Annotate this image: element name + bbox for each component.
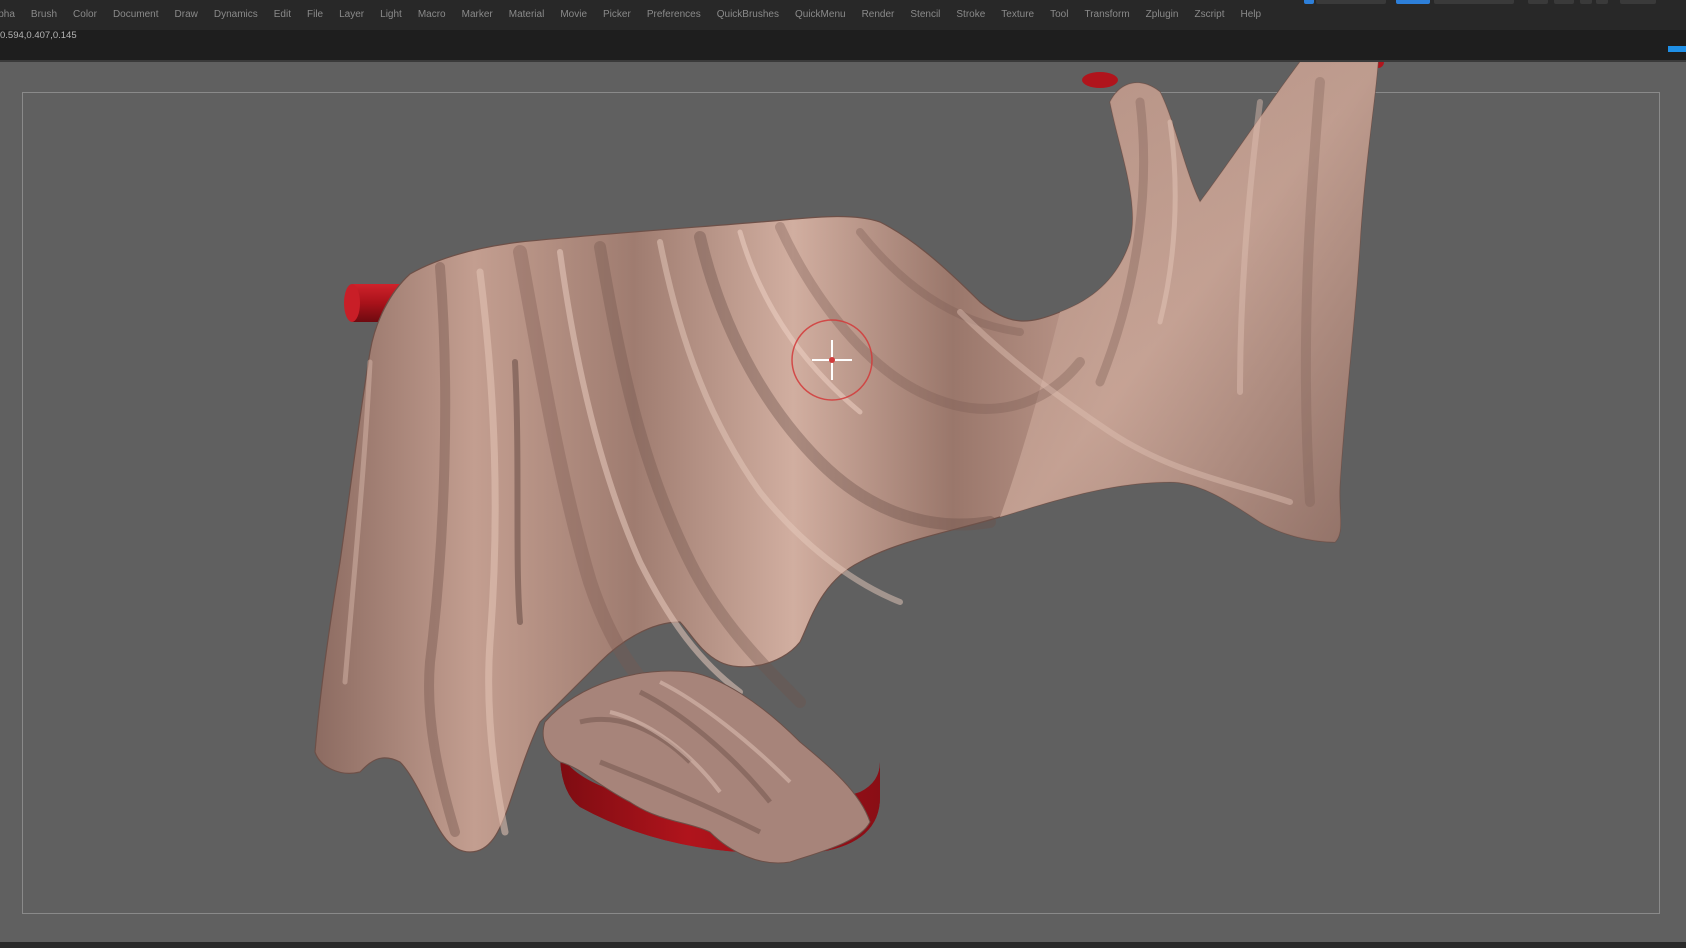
menu-file[interactable]: File	[299, 7, 331, 23]
menu-zscript[interactable]: Zscript	[1186, 7, 1232, 23]
status-indicator	[1668, 46, 1686, 52]
slider-track-right[interactable]	[1434, 0, 1514, 4]
menu-color[interactable]: Color	[65, 7, 105, 23]
menu-alpha[interactable]: lpha	[0, 7, 23, 23]
menu-material[interactable]: Material	[501, 7, 553, 23]
menu-tool[interactable]: Tool	[1042, 7, 1076, 23]
menu-draw[interactable]: Draw	[167, 7, 206, 23]
menu-render[interactable]: Render	[854, 7, 903, 23]
mini-button-d[interactable]	[1596, 0, 1608, 4]
status-strip: 0.594,0.407,0.145	[0, 30, 1686, 60]
menu-macro[interactable]: Macro	[410, 7, 454, 23]
menu-texture[interactable]: Texture	[993, 7, 1042, 23]
top-peg-left	[1082, 72, 1118, 88]
menu-zplugin[interactable]: Zplugin	[1138, 7, 1187, 23]
slider-accent-right[interactable]	[1396, 0, 1430, 4]
menu-stroke[interactable]: Stroke	[948, 7, 993, 23]
zbrush-window: lpha Brush Color Document Draw Dynamics …	[0, 0, 1686, 948]
mini-button-c[interactable]	[1580, 0, 1592, 4]
menu-edit[interactable]: Edit	[266, 7, 299, 23]
menu-quickbrushes[interactable]: QuickBrushes	[709, 7, 787, 23]
slider-track-left[interactable]	[1316, 0, 1386, 4]
menu-dynamics[interactable]: Dynamics	[206, 7, 266, 23]
mini-button-a[interactable]	[1528, 0, 1548, 4]
menu-transform[interactable]: Transform	[1076, 7, 1137, 23]
top-right-controls	[1228, 0, 1686, 6]
menu-bar: lpha Brush Color Document Draw Dynamics …	[0, 0, 1686, 30]
menu-stencil[interactable]: Stencil	[902, 7, 948, 23]
menu-brush[interactable]: Brush	[23, 7, 65, 23]
coordinate-readout: 0.594,0.407,0.145	[0, 30, 77, 41]
menu-layer[interactable]: Layer	[331, 7, 372, 23]
document-canvas[interactable]	[0, 62, 1686, 942]
menu-document[interactable]: Document	[105, 7, 167, 23]
menu-light[interactable]: Light	[372, 7, 410, 23]
mini-button-b[interactable]	[1554, 0, 1574, 4]
menu-quickmenu[interactable]: QuickMenu	[787, 7, 854, 23]
bottom-bar	[0, 942, 1686, 948]
menu-picker[interactable]: Picker	[595, 7, 639, 23]
menu-preferences[interactable]: Preferences	[639, 7, 709, 23]
cloth-scene[interactable]	[0, 62, 1686, 942]
slider-accent-left[interactable]	[1304, 0, 1314, 4]
menu-marker[interactable]: Marker	[454, 7, 501, 23]
menu-help[interactable]: Help	[1232, 7, 1269, 23]
menu-movie[interactable]: Movie	[552, 7, 595, 23]
menu-items: lpha Brush Color Document Draw Dynamics …	[0, 7, 1269, 23]
mini-button-e[interactable]	[1620, 0, 1656, 4]
